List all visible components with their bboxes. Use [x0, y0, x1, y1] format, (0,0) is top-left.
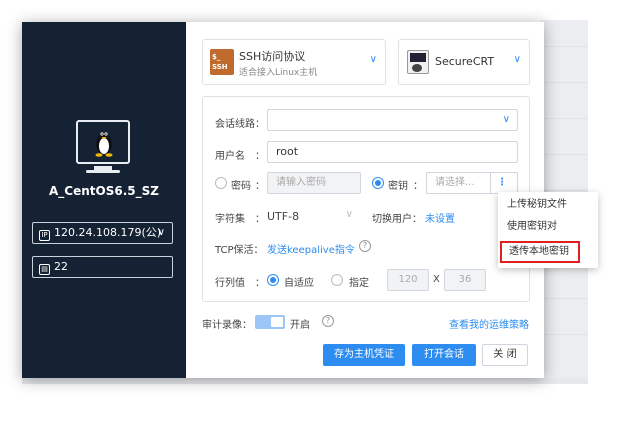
- key-label: 密钥: [388, 181, 408, 192]
- rowcol-label: 行列值: [215, 278, 245, 289]
- background-bottom: [22, 378, 588, 384]
- protocol-name: SSH访问协议: [239, 50, 306, 63]
- charset-label: 字符集: [215, 214, 245, 225]
- username-label: 用户名: [215, 151, 245, 162]
- chevron-down-icon: ∨: [369, 54, 377, 65]
- help-icon[interactable]: ?: [322, 315, 334, 327]
- client-name: SecureCRT: [435, 55, 495, 68]
- x-separator: X: [433, 274, 440, 285]
- monitor-icon: [76, 120, 130, 164]
- specified-radio[interactable]: [331, 274, 343, 286]
- port-icon: ▤: [39, 264, 50, 275]
- more-vertical-icon[interactable]: ⋮: [497, 173, 507, 193]
- protocol-select[interactable]: $_ SSH SSH访问协议 适合接入Linux主机 ∨: [202, 39, 386, 85]
- switch-user-label: 切换用户：: [372, 214, 422, 225]
- protocol-description: 适合接入Linux主机: [239, 68, 318, 78]
- securecrt-icon: [407, 50, 429, 74]
- chevron-down-icon: ∨: [502, 114, 510, 125]
- audit-label: 审计录像：: [202, 320, 252, 331]
- tcp-keepalive-label: TCP保活：: [215, 245, 264, 256]
- open-session-button[interactable]: 打开会话: [412, 344, 476, 366]
- adaptive-radio[interactable]: [267, 274, 279, 286]
- port-value: 22: [54, 260, 68, 273]
- username-input[interactable]: root: [267, 141, 518, 163]
- ip-select[interactable]: IP 120.24.108.179(公) ∨: [32, 222, 173, 244]
- session-dialog: A_CentOS6.5_SZ IP 120.24.108.179(公) ∨ ▤ 22…: [22, 22, 598, 378]
- host-info-panel: A_CentOS6.5_SZ IP 120.24.108.179(公) ∨ ▤ 22: [22, 22, 186, 378]
- session-line-label: 会话线路：: [215, 119, 265, 130]
- menu-item-upload-key[interactable]: 上传秘钥文件: [498, 194, 598, 216]
- cols-input[interactable]: 120: [387, 269, 429, 291]
- audit-state: 开启: [290, 320, 310, 331]
- port-field[interactable]: ▤ 22: [32, 256, 173, 278]
- charset-select[interactable]: UTF-8 ∨: [267, 204, 353, 226]
- key-radio[interactable]: [372, 177, 384, 189]
- key-select[interactable]: 请选择... ⋮: [426, 172, 518, 194]
- password-radio[interactable]: [215, 177, 227, 189]
- host-name: A_CentOS6.5_SZ: [49, 184, 159, 198]
- chevron-down-icon: ∨: [157, 227, 165, 238]
- audit-toggle[interactable]: [255, 315, 285, 329]
- client-select[interactable]: SecureCRT ∨: [398, 39, 530, 85]
- switch-user-link[interactable]: 未设置: [425, 210, 455, 225]
- save-credential-button[interactable]: 存为主机凭证: [323, 344, 405, 366]
- menu-item-forward-local-key[interactable]: 透传本地密钥: [500, 241, 580, 263]
- ip-icon: IP: [39, 230, 50, 241]
- adaptive-label: 自适应: [284, 278, 314, 289]
- close-button[interactable]: 关 闭: [482, 344, 528, 366]
- specified-label: 指定: [349, 278, 369, 289]
- chevron-down-icon: ∨: [513, 54, 521, 65]
- ip-value: 120.24.108.179(公): [54, 226, 162, 239]
- password-label: 密码: [231, 181, 251, 192]
- chevron-down-icon: ∨: [345, 209, 353, 220]
- rows-input[interactable]: 36: [444, 269, 486, 291]
- linux-penguin-icon: [95, 132, 113, 157]
- keepalive-link[interactable]: 发送keepalive指令: [267, 241, 355, 256]
- connection-form: 会话线路： ∨ 用户名 ： root 密码 ： 请输入密码 密钥 ： 请选择..…: [202, 96, 530, 302]
- menu-item-use-keypair[interactable]: 使用密钥对: [498, 216, 598, 238]
- monitor-base: [86, 170, 120, 173]
- session-line-select[interactable]: ∨: [267, 109, 518, 131]
- key-options-menu: 上传秘钥文件 使用密钥对 透传本地密钥: [498, 192, 598, 268]
- help-icon[interactable]: ?: [359, 240, 371, 252]
- policy-link[interactable]: 查看我的运维策略: [449, 316, 529, 331]
- password-input[interactable]: 请输入密码: [267, 172, 361, 194]
- ssh-icon: $_ SSH: [210, 49, 234, 75]
